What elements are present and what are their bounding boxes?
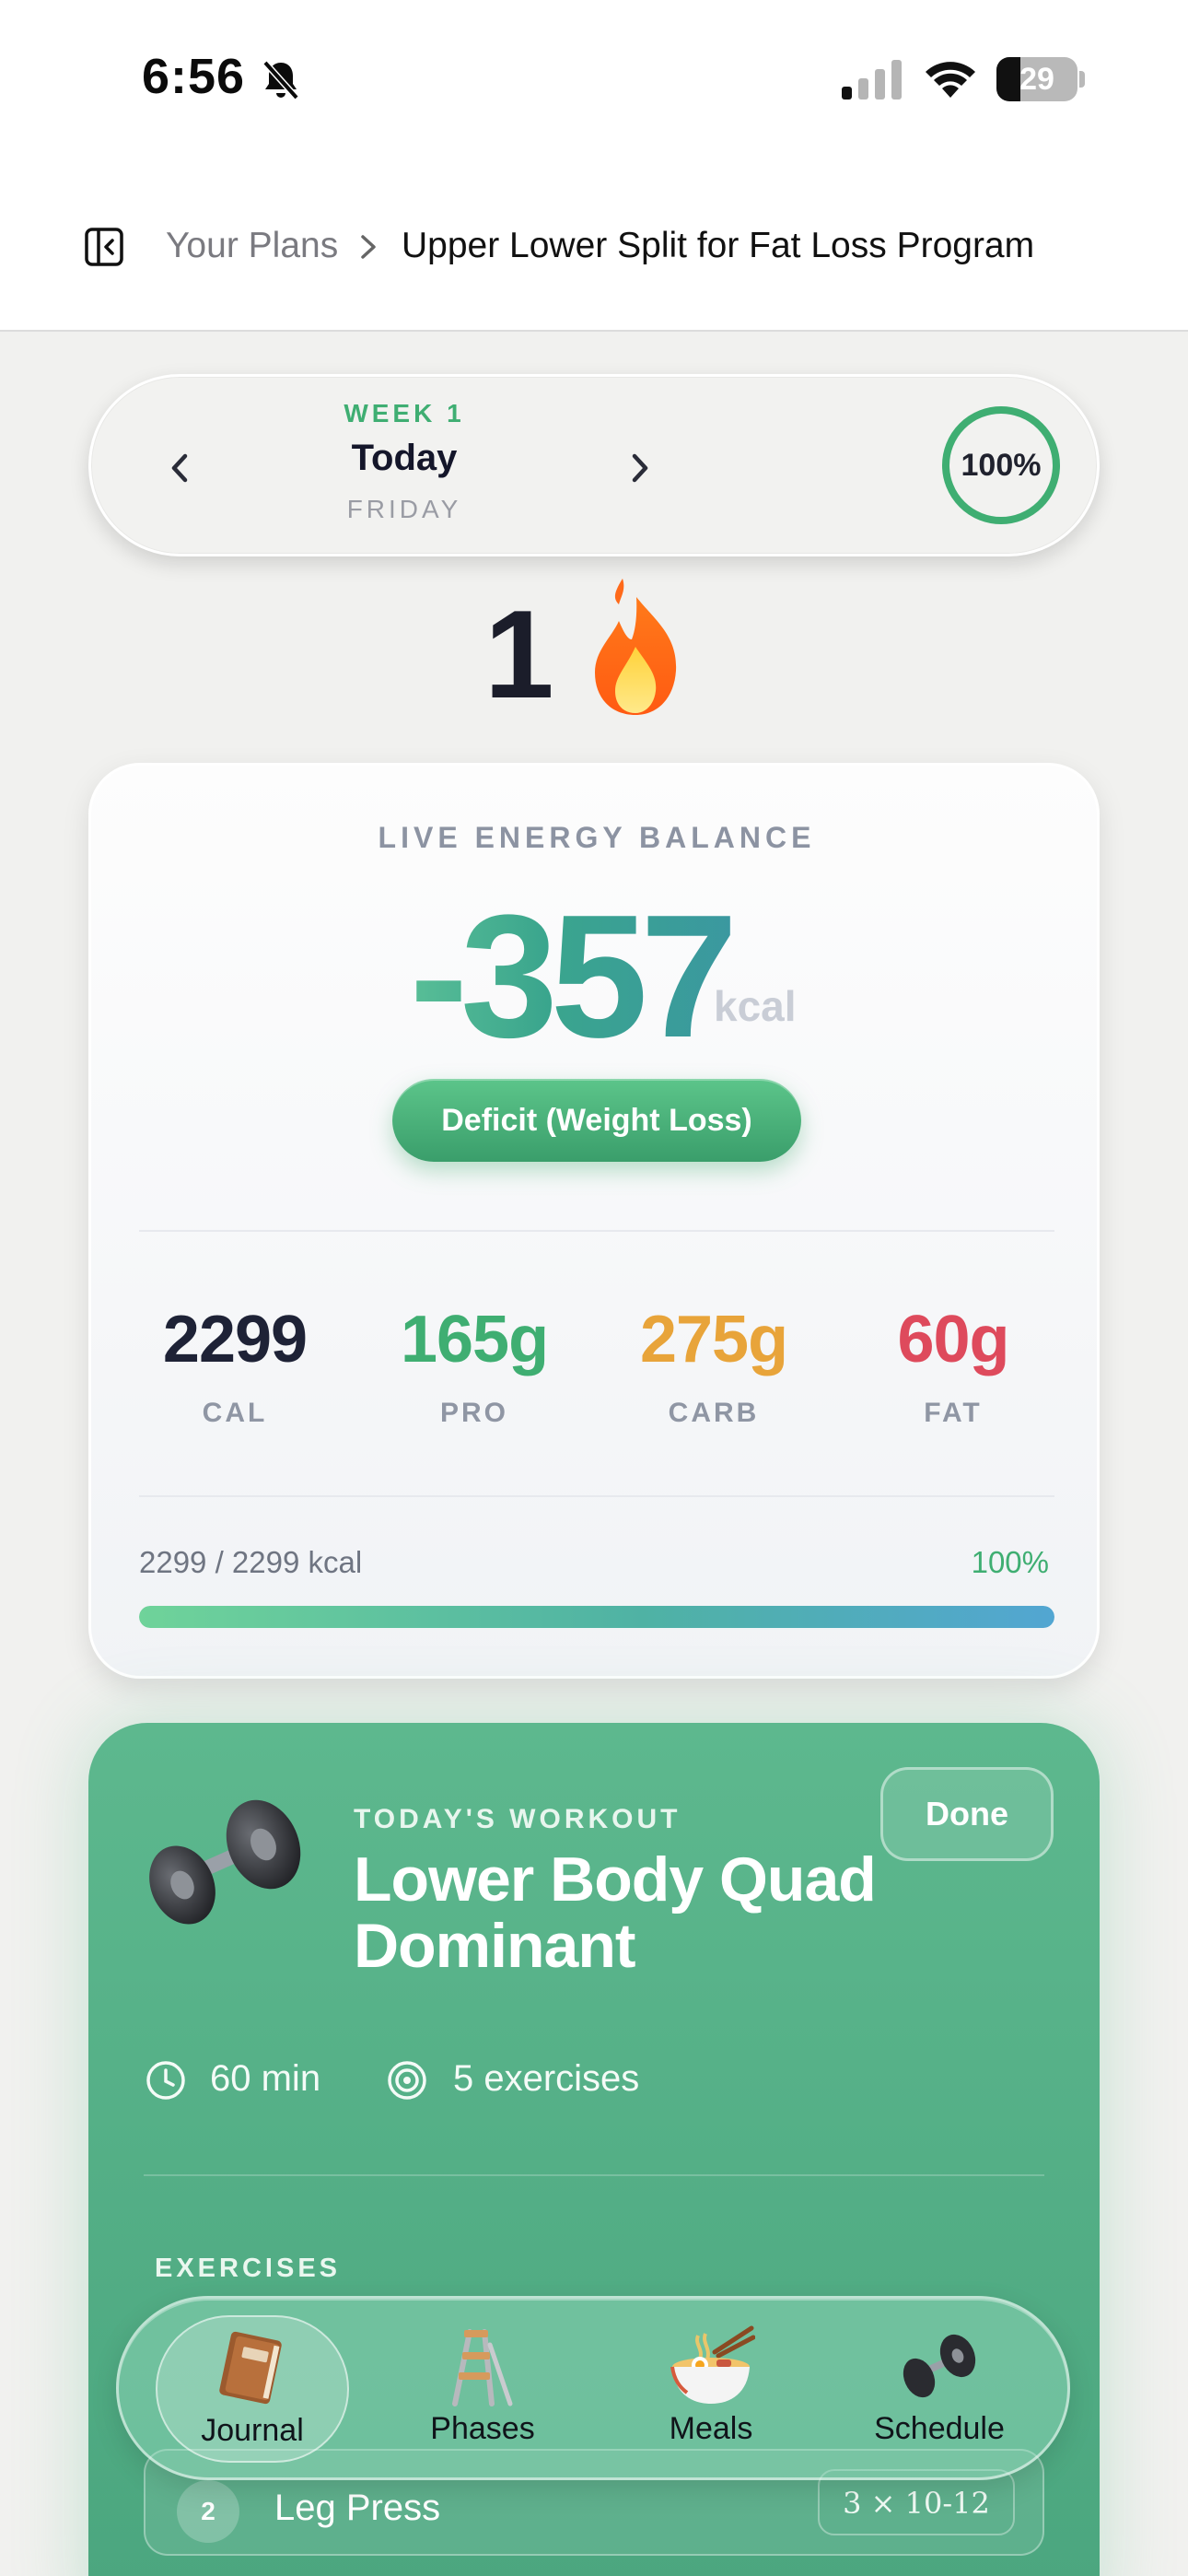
tab-meals[interactable]: Meals (614, 2315, 808, 2463)
app-header: Your Plans Upper Lower Split for Fat Los… (0, 161, 1188, 332)
tab-schedule[interactable]: Schedule (843, 2315, 1036, 2463)
macro-label: FAT (924, 1398, 983, 1428)
workout-duration: 60 min (210, 2058, 321, 2099)
battery-indicator: 29 (996, 57, 1085, 101)
next-day-chevron-icon[interactable] (623, 445, 657, 491)
macro-protein: 165g PRO (355, 1302, 594, 1429)
tab-phases[interactable]: Phases (386, 2315, 579, 2463)
day-progress-label: 100% (961, 448, 1042, 483)
target-icon (388, 2061, 426, 2100)
tab-journal[interactable]: Journal (156, 2315, 349, 2463)
calorie-progress-text: 2299 / 2299 kcal (139, 1545, 363, 1579)
dumbbell-icon (903, 2334, 976, 2398)
done-button[interactable]: Done (880, 1767, 1054, 1861)
calorie-progress-percent: 100% (971, 1545, 1049, 1579)
day-label: Today (351, 438, 458, 478)
week-navigator: WEEK 1 Today FRIDAY 100% (88, 374, 1100, 556)
macro-label: CAL (202, 1398, 268, 1428)
previous-day-chevron-icon[interactable] (163, 445, 196, 491)
wifi-icon (926, 62, 975, 98)
energy-balance-card: LIVE ENERGY BALANCE -357 kcal Deficit (W… (88, 763, 1100, 1679)
sidebar-toggle-icon[interactable] (85, 228, 123, 266)
chevron-right-icon (361, 235, 376, 259)
flame-icon (595, 579, 677, 715)
cellular-signal-icon (842, 60, 902, 100)
breadcrumb-your-plans[interactable]: Your Plans (166, 226, 338, 266)
energy-balance-title: LIVE ENERGY BALANCE (378, 821, 816, 854)
breadcrumb-current: Upper Lower Split for Fat Loss Program (402, 226, 1035, 265)
macro-carbs: 275g CARB (594, 1302, 833, 1429)
bell-muted-icon (262, 60, 299, 100)
macro-value: 2299 (162, 1303, 308, 1376)
macro-value: 275g (639, 1303, 788, 1376)
streak-count: 1 (484, 584, 554, 724)
clock-icon (146, 2061, 185, 2100)
calorie-progress-fill (139, 1606, 1054, 1628)
macro-calories: 2299 CAL (115, 1302, 355, 1429)
status-time: 6:56 (142, 49, 246, 104)
tab-label: Schedule (874, 2411, 1005, 2446)
tab-label: Meals (669, 2411, 753, 2446)
journal-book-icon (219, 2331, 282, 2405)
step-ladder-icon (452, 2329, 513, 2406)
exercise-name: Leg Press (274, 2488, 441, 2528)
macro-label: CARB (668, 1398, 760, 1428)
energy-balance-value: -357 (349, 876, 791, 1077)
calorie-progress-bar (139, 1606, 1054, 1628)
workout-exercise-count: 5 exercises (453, 2058, 640, 2099)
card-divider (139, 1495, 1054, 1497)
tab-label: Journal (201, 2413, 304, 2448)
workout-divider (144, 2174, 1044, 2176)
exercise-index: 2 (177, 2480, 239, 2543)
workout-title: Lower Body Quad Dominant (354, 1844, 877, 1981)
dumbbell-icon (149, 1799, 301, 1925)
macro-value: 60g (897, 1303, 1009, 1376)
macro-label: PRO (439, 1398, 508, 1428)
card-divider (139, 1230, 1054, 1232)
exercises-heading: EXERCISES (155, 2254, 341, 2283)
bottom-tab-bar: Journal Phases Meals Schedule (116, 2296, 1070, 2480)
macro-fat: 60g FAT (833, 1302, 1073, 1429)
ramen-bowl-icon (670, 2325, 755, 2404)
energy-balance-unit: kcal (714, 982, 797, 1030)
weekday-label: FRIDAY (346, 495, 462, 523)
battery-percentage: 29 (1019, 62, 1054, 97)
macro-value: 165g (400, 1303, 549, 1376)
week-label: WEEK 1 (344, 399, 465, 427)
tab-label: Phases (430, 2411, 535, 2446)
workout-eyebrow: TODAY'S WORKOUT (354, 1804, 681, 1834)
deficit-status-badge: Deficit (Weight Loss) (392, 1079, 801, 1162)
status-bar: 6:56 29 (0, 0, 1188, 161)
